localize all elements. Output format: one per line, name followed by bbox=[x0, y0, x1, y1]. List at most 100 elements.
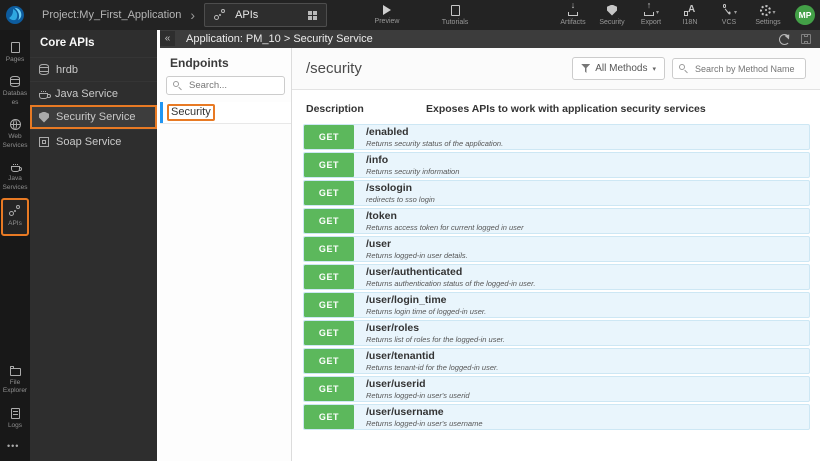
log-icon bbox=[10, 407, 20, 419]
branch-icon bbox=[721, 4, 733, 16]
toolbar-item[interactable]: ▾ Security bbox=[597, 0, 627, 30]
sidebar-item[interactable]: Databases bbox=[1, 70, 29, 113]
database-icon bbox=[39, 64, 49, 75]
chevron-down-icon: ▾ bbox=[655, 10, 659, 16]
endpoint-path: /user/userid bbox=[366, 378, 426, 391]
endpoints-search-input[interactable] bbox=[187, 79, 278, 92]
toolbar-item[interactable]: ▾ Export bbox=[636, 0, 666, 30]
toolbar-item-iconwrap: ▾ bbox=[643, 0, 659, 16]
method-badge: GET bbox=[304, 321, 354, 345]
toolbar-item-label: Artifacts bbox=[560, 19, 586, 26]
api-endpoint-row[interactable]: GET /ssologin redirects to sso login bbox=[303, 180, 810, 206]
sidebar-item-label: Logs bbox=[7, 421, 23, 429]
core-apis-panel: Core APIs hrdb Java Service Security Ser… bbox=[30, 30, 157, 461]
endpoint-description: Returns authentication status of the log… bbox=[366, 278, 536, 288]
method-search[interactable] bbox=[672, 58, 806, 79]
toolbar-item[interactable]: ▾ Artifacts bbox=[558, 0, 588, 30]
sidebar-item-label: Web Services bbox=[2, 133, 28, 149]
toolbar-item[interactable]: ▾ Settings bbox=[753, 0, 783, 30]
api-endpoint-row[interactable]: GET /user/roles Returns list of roles fo… bbox=[303, 320, 810, 346]
toolbar-item[interactable]: Tutorials bbox=[440, 0, 470, 30]
endpoint-path: /token bbox=[366, 210, 397, 223]
core-api-item-label: Java Service bbox=[55, 87, 118, 100]
project-name[interactable]: Project:My_First_Application bbox=[42, 9, 181, 21]
wavemaker-logo-icon[interactable] bbox=[0, 0, 30, 30]
api-endpoint-row[interactable]: GET /user/login_time Returns login time … bbox=[303, 292, 810, 318]
api-endpoint-row[interactable]: GET /enabled Returns security status of … bbox=[303, 124, 810, 150]
core-api-item-label: Soap Service bbox=[56, 135, 122, 148]
method-badge: GET bbox=[304, 125, 354, 149]
methods-filter-dropdown[interactable]: All Methods ▾ bbox=[572, 57, 665, 80]
refresh-icon[interactable] bbox=[779, 33, 790, 45]
toolbar-item-label: Settings bbox=[755, 18, 781, 26]
sidebar-item[interactable]: APIs bbox=[1, 198, 29, 236]
sidebar-item[interactable]: Web Services bbox=[1, 113, 29, 156]
coffee-icon bbox=[39, 90, 51, 99]
coffee-icon bbox=[10, 164, 22, 173]
sidebar-item[interactable]: Java Services bbox=[1, 156, 29, 198]
api-endpoint-row[interactable]: GET /info Returns security information bbox=[303, 152, 810, 178]
method-badge: GET bbox=[304, 209, 354, 233]
api-endpoint-row[interactable]: GET /token Returns access token for curr… bbox=[303, 208, 810, 234]
endpoints-title: Endpoints bbox=[170, 56, 229, 70]
toolbar-item-label: I18N bbox=[682, 19, 698, 26]
pages-icon bbox=[10, 42, 20, 53]
endpoint-info: /user/roles Returns list of roles for th… bbox=[354, 321, 505, 345]
api-endpoint-row[interactable]: GET /user/username Returns logged-in use… bbox=[303, 404, 810, 430]
method-badge: GET bbox=[304, 153, 354, 177]
sidebar-item[interactable]: File Explorer bbox=[1, 359, 29, 402]
core-api-item[interactable]: Soap Service bbox=[30, 129, 157, 153]
sidebar-item-label: Databases bbox=[2, 90, 28, 106]
endpoint-path: /info bbox=[366, 154, 389, 167]
endpoints-panel: Endpoints Security bbox=[160, 48, 292, 461]
grid-icon[interactable] bbox=[308, 10, 317, 20]
main-header-controls: All Methods ▾ bbox=[572, 57, 806, 80]
translate-icon bbox=[684, 4, 696, 16]
core-api-item[interactable]: Java Service bbox=[30, 81, 157, 105]
filter-icon bbox=[581, 64, 591, 73]
chevron-down-icon: ▾ bbox=[733, 10, 737, 16]
api-endpoint-row[interactable]: GET /user Returns logged-in user details… bbox=[303, 236, 810, 262]
application-breadcrumb: Application: PM_10 > Security Service bbox=[186, 33, 373, 45]
method-search-input[interactable] bbox=[693, 62, 799, 75]
tab-apis[interactable]: APIs bbox=[204, 3, 328, 27]
api-endpoint-row[interactable]: GET /user/userid Returns logged-in user'… bbox=[303, 376, 810, 402]
toolbar-item[interactable]: ▾ VCS bbox=[714, 0, 744, 30]
core-api-item[interactable]: hrdb bbox=[30, 57, 157, 81]
topbar-center-actions: Preview Tutorials bbox=[372, 0, 470, 30]
endpoint-description: Returns security status of the applicati… bbox=[366, 138, 504, 148]
endpoint-path: /ssologin bbox=[366, 182, 413, 195]
core-api-item[interactable]: Security Service bbox=[30, 105, 157, 129]
endpoints-search[interactable] bbox=[166, 76, 285, 95]
tab-apis-label: APIs bbox=[235, 9, 259, 21]
endpoint-list-item[interactable]: Security bbox=[160, 102, 291, 124]
endpoint-path: /user/username bbox=[366, 406, 444, 419]
database-icon bbox=[10, 76, 20, 88]
method-badge: GET bbox=[304, 377, 354, 401]
endpoint-info: /info Returns security information bbox=[354, 153, 459, 177]
endpoint-info: /ssologin redirects to sso login bbox=[354, 181, 435, 205]
endpoint-description: Returns tenant-id for the logged-in user… bbox=[366, 362, 499, 372]
toolbar-item-label: Preview bbox=[374, 18, 400, 25]
method-badge: GET bbox=[304, 349, 354, 373]
chevron-right-icon: › bbox=[190, 7, 196, 23]
search-icon bbox=[173, 81, 182, 90]
endpoint-description: Returns login time of logged-in user. bbox=[366, 306, 487, 316]
endpoint-description: Returns logged-in user's userid bbox=[366, 390, 470, 400]
globe-icon bbox=[9, 119, 21, 131]
api-endpoint-row[interactable]: GET /user/authenticated Returns authenti… bbox=[303, 264, 810, 290]
save-icon[interactable] bbox=[801, 34, 811, 44]
toolbar-item[interactable]: ▾ I18N bbox=[675, 0, 705, 30]
sidebar-item[interactable]: Pages bbox=[1, 36, 29, 70]
sidebar-item[interactable]: Logs bbox=[1, 402, 29, 436]
user-avatar[interactable]: MP bbox=[795, 5, 815, 25]
api-endpoint-row[interactable]: GET /user/tenantid Returns tenant-id for… bbox=[303, 348, 810, 374]
endpoint-path: /user/authenticated bbox=[366, 266, 463, 279]
collapse-panel-button[interactable]: « bbox=[160, 31, 175, 46]
toolbar-item[interactable]: Preview bbox=[372, 0, 402, 30]
left-sidebar: Pages Databases Web Services Java Servic… bbox=[0, 30, 30, 461]
method-badge: GET bbox=[304, 293, 354, 317]
description-text: Exposes APIs to work with application se… bbox=[426, 103, 706, 115]
endpoints-list: Security bbox=[160, 102, 291, 124]
sidebar-item[interactable] bbox=[1, 436, 29, 461]
